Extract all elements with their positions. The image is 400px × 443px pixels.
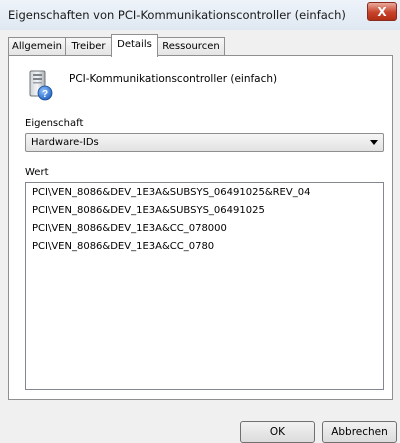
list-item[interactable]: PCI\VEN_8086&DEV_1E3A&CC_0780: [32, 241, 214, 252]
device-name: PCI-Kommunikationscontroller (einfach): [69, 73, 278, 85]
list-item[interactable]: PCI\VEN_8086&DEV_1E3A&SUBSYS_06491025: [32, 205, 265, 216]
tab-ressourcen[interactable]: Ressourcen: [157, 37, 225, 55]
value-label: Wert: [25, 167, 49, 178]
list-item[interactable]: PCI\VEN_8086&DEV_1E3A&SUBSYS_06491025&RE…: [32, 187, 310, 198]
tab-strip: Allgemein Treiber Details Ressourcen: [8, 34, 393, 57]
list-item[interactable]: PCI\VEN_8086&DEV_1E3A&CC_078000: [32, 223, 227, 234]
svg-text:?: ?: [42, 89, 48, 100]
value-list[interactable]: PCI\VEN_8086&DEV_1E3A&SUBSYS_06491025&RE…: [25, 182, 384, 390]
property-dropdown[interactable]: Hardware-IDs: [25, 133, 384, 152]
window-title: Eigenschaften von PCI-Kommunikationscont…: [8, 8, 346, 22]
close-button[interactable]: X: [367, 2, 397, 21]
tab-allgemein[interactable]: Allgemein: [8, 37, 66, 55]
property-label: Eigenschaft: [25, 118, 84, 129]
tab-details[interactable]: Details: [111, 34, 158, 57]
tab-treiber[interactable]: Treiber: [65, 37, 112, 55]
close-icon: X: [377, 5, 387, 19]
title-bar[interactable]: Eigenschaften von PCI-Kommunikationscont…: [0, 0, 400, 30]
property-dropdown-value: Hardware-IDs: [31, 137, 99, 148]
pci-device-unknown-icon: ?: [24, 69, 56, 101]
details-panel: ? PCI-Kommunikationscontroller (einfach)…: [8, 55, 393, 400]
properties-dialog: Eigenschaften von PCI-Kommunikationscont…: [0, 0, 400, 443]
cancel-button[interactable]: Abbrechen: [322, 421, 397, 443]
chevron-down-icon: [370, 140, 378, 145]
ok-button[interactable]: OK: [240, 421, 315, 443]
